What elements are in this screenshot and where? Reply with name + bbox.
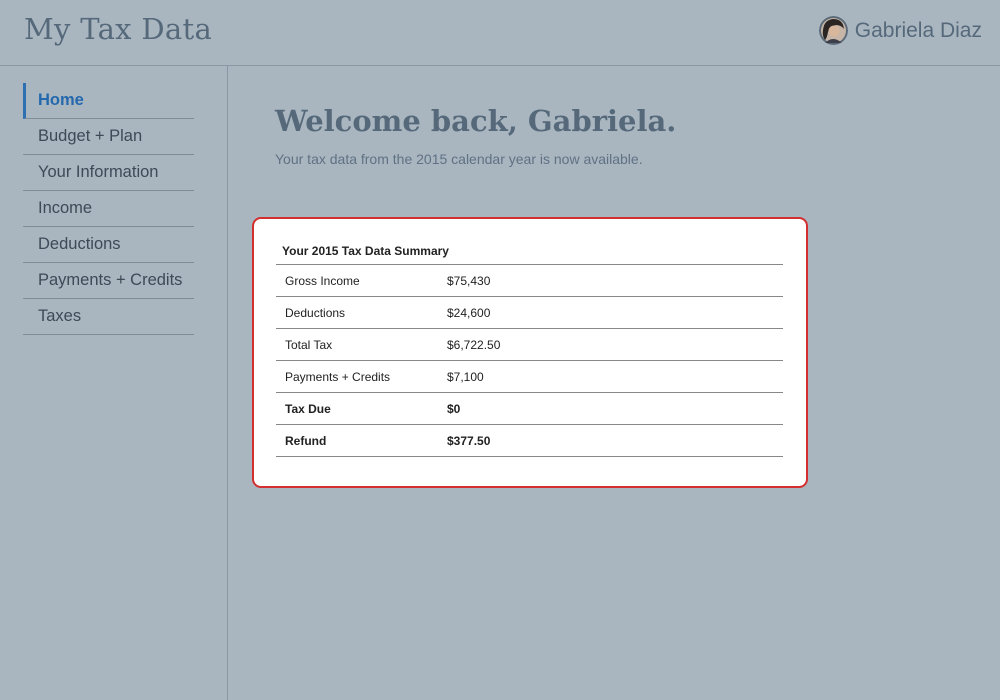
summary-title: Your 2015 Tax Data Summary [282, 244, 449, 258]
row-value: $0 [447, 392, 783, 425]
sidebar-item-budget-plan[interactable]: Budget + Plan [23, 119, 194, 155]
page-title: Welcome back, Gabriela. [275, 104, 677, 138]
table-row: Payments + Credits $7,100 [276, 360, 783, 393]
sidebar-nav: Home Budget + Plan Your Information Inco… [23, 83, 194, 335]
page-subtitle: Your tax data from the 2015 calendar yea… [275, 151, 643, 167]
row-label: Total Tax [276, 328, 447, 361]
row-value: $24,600 [447, 296, 783, 329]
table-row: Deductions $24,600 [276, 296, 783, 329]
app-title: My Tax Data [24, 12, 213, 46]
row-value: $7,100 [447, 360, 783, 393]
row-label: Tax Due [276, 392, 447, 425]
avatar [818, 16, 848, 45]
user-menu[interactable]: Gabriela Diaz [818, 16, 982, 45]
row-label: Deductions [276, 296, 447, 329]
sidebar: Home Budget + Plan Your Information Inco… [0, 66, 228, 700]
sidebar-item-deductions[interactable]: Deductions [23, 227, 194, 263]
table-row: Gross Income $75,430 [276, 264, 783, 297]
main-content: Welcome back, Gabriela. Your tax data fr… [228, 66, 1000, 700]
summary-table: Gross Income $75,430 Deductions $24,600 … [276, 264, 783, 457]
row-label: Payments + Credits [276, 360, 447, 393]
tax-summary-card: Your 2015 Tax Data Summary Gross Income … [252, 217, 808, 488]
row-value: $6,722.50 [447, 328, 783, 361]
sidebar-item-payments-credits[interactable]: Payments + Credits [23, 263, 194, 299]
row-label: Refund [276, 424, 447, 457]
row-label: Gross Income [276, 264, 447, 297]
sidebar-item-home[interactable]: Home [23, 83, 194, 119]
row-value: $75,430 [447, 264, 783, 297]
table-row-tax-due: Tax Due $0 [276, 392, 783, 425]
sidebar-item-taxes[interactable]: Taxes [23, 299, 194, 335]
table-row: Total Tax $6,722.50 [276, 328, 783, 361]
row-value: $377.50 [447, 424, 783, 457]
sidebar-item-income[interactable]: Income [23, 191, 194, 227]
app-header: My Tax Data Gabriela Diaz [0, 0, 1000, 66]
table-row-refund: Refund $377.50 [276, 424, 783, 457]
sidebar-item-your-information[interactable]: Your Information [23, 155, 194, 191]
user-name: Gabriela Diaz [854, 18, 982, 42]
